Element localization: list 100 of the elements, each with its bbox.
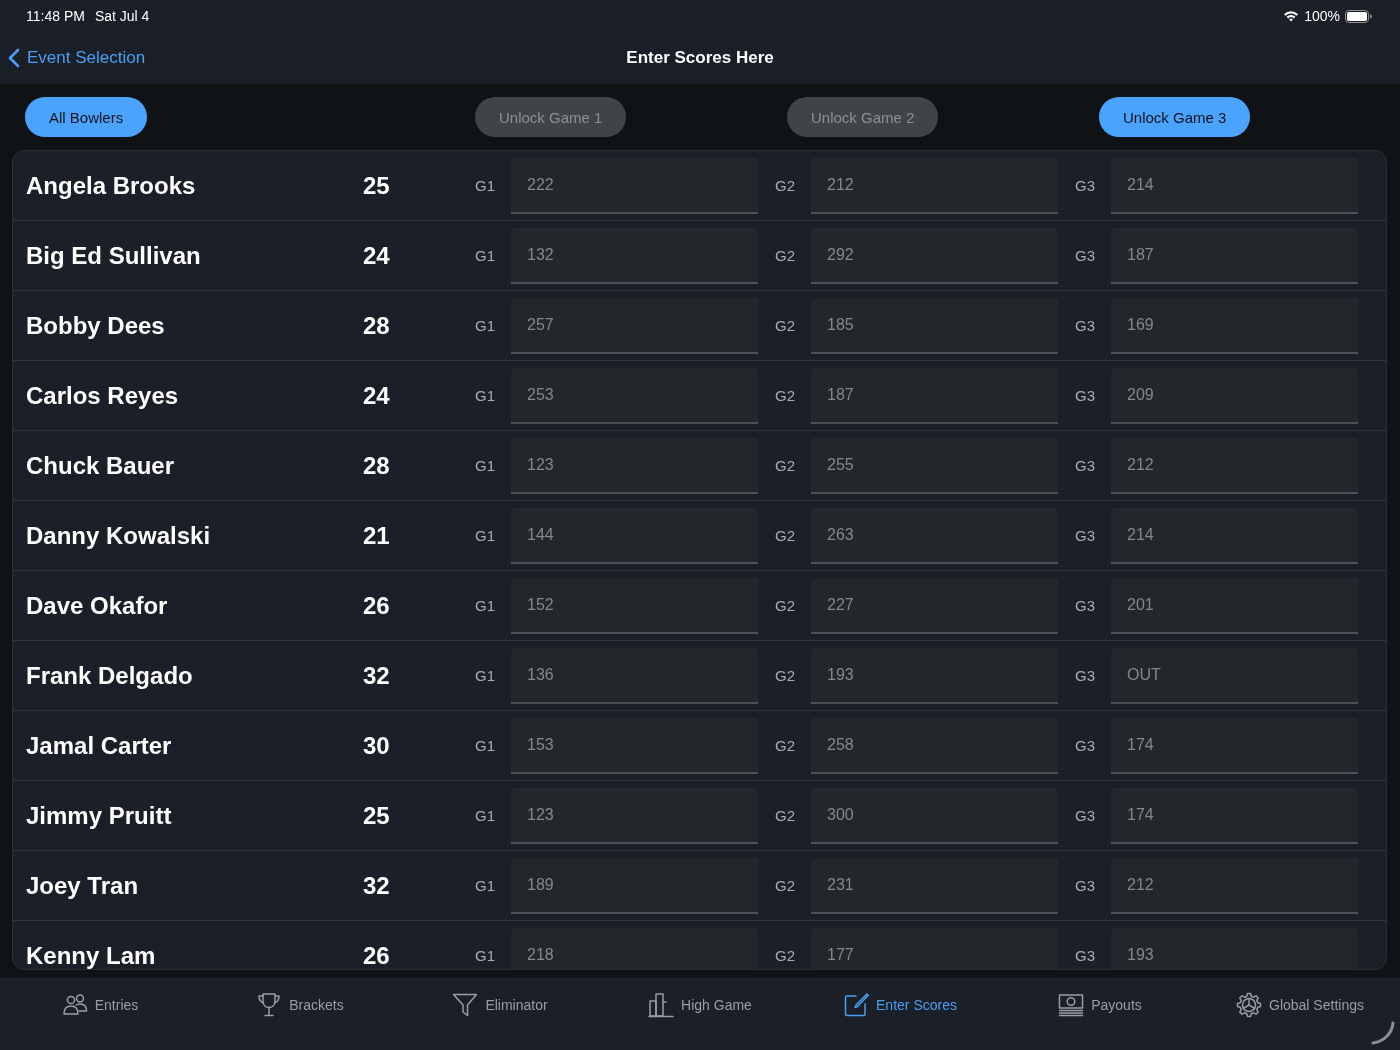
- bowler-number: 21: [363, 521, 391, 550]
- tab-item[interactable]: High Game: [648, 992, 752, 1018]
- bowler-name: Kenny Lam: [26, 941, 157, 969]
- game-label: G2: [775, 247, 796, 264]
- status-time: 11:48 PM: [26, 8, 85, 24]
- tab-item[interactable]: Global Settings: [1236, 992, 1364, 1018]
- score-field[interactable]: 209: [1111, 367, 1358, 424]
- score-field[interactable]: 212: [1111, 437, 1358, 494]
- score-field[interactable]: 257: [511, 297, 758, 354]
- score-field[interactable]: 123: [511, 437, 758, 494]
- filter-button[interactable]: Unlock Game 1: [475, 97, 627, 137]
- bowler-name: Big Ed Sullivan: [26, 241, 202, 270]
- score-field[interactable]: 152: [511, 577, 758, 634]
- game-label: G2: [775, 387, 796, 404]
- game-label: G3: [1075, 387, 1096, 404]
- score-field[interactable]: 263: [811, 507, 1058, 564]
- score-field[interactable]: 187: [811, 367, 1058, 424]
- back-button[interactable]: Event Selection: [8, 48, 146, 68]
- bowler-name: Frank Delgado: [26, 661, 194, 690]
- game-label: G1: [475, 247, 496, 264]
- game-label: G1: [475, 527, 496, 544]
- bowler-number: 24: [363, 381, 391, 410]
- score-field[interactable]: OUT: [1111, 647, 1358, 704]
- score-field[interactable]: 201: [1111, 577, 1358, 634]
- tab-item[interactable]: Payouts: [1058, 992, 1142, 1018]
- game-label: G2: [775, 527, 796, 544]
- game-label: G1: [475, 387, 496, 404]
- bowler-name: Bobby Dees: [26, 311, 166, 340]
- tab-item[interactable]: Enter Scores: [843, 992, 957, 1018]
- game-label: G1: [475, 667, 496, 684]
- score-field[interactable]: 214: [1111, 157, 1358, 214]
- score-field[interactable]: 177: [811, 927, 1058, 969]
- tab-item[interactable]: Entries: [61, 992, 139, 1018]
- score-field[interactable]: 292: [811, 227, 1058, 284]
- game-label: G1: [475, 737, 496, 754]
- bowler-number: 28: [363, 451, 391, 480]
- score-field[interactable]: 231: [811, 857, 1058, 914]
- score-field[interactable]: 132: [511, 227, 758, 284]
- score-field[interactable]: 253: [511, 367, 758, 424]
- game-label: G3: [1075, 597, 1096, 614]
- filter-button[interactable]: All Bowlers: [25, 97, 148, 137]
- score-field[interactable]: 189: [511, 857, 758, 914]
- game-label: G3: [1075, 667, 1096, 684]
- game-label: G3: [1075, 177, 1096, 194]
- game-label: G3: [1075, 247, 1096, 264]
- bowler-name: Jimmy Pruitt: [26, 801, 173, 830]
- score-field[interactable]: 258: [811, 717, 1058, 774]
- score-field[interactable]: 193: [811, 647, 1058, 704]
- score-field[interactable]: 212: [1111, 857, 1358, 914]
- bowler-name: Carlos Reyes: [26, 381, 180, 410]
- battery-icon: [1345, 9, 1372, 23]
- score-field[interactable]: 214: [1111, 507, 1358, 564]
- status-date: Sat Jul 4: [94, 8, 150, 24]
- score-field[interactable]: 144: [511, 507, 758, 564]
- bowler-number: 24: [363, 241, 391, 270]
- score-field[interactable]: 123: [511, 787, 758, 844]
- score-field[interactable]: 193: [1111, 927, 1358, 969]
- game-label: G2: [775, 877, 796, 894]
- battery-percent: 100%: [1304, 8, 1340, 24]
- game-label: G2: [775, 597, 796, 614]
- bowler-name: Dave Okafor: [26, 591, 169, 620]
- bowler-number: 26: [363, 941, 391, 969]
- tab-item[interactable]: Brackets: [256, 992, 344, 1018]
- score-field[interactable]: 255: [811, 437, 1058, 494]
- bowler-name: Joey Tran: [26, 871, 140, 900]
- bowler-number: 26: [363, 591, 391, 620]
- tab-item[interactable]: Eliminator: [452, 992, 548, 1018]
- score-field[interactable]: 185: [811, 297, 1058, 354]
- game-label: G3: [1075, 877, 1096, 894]
- settings-icon: [1236, 992, 1262, 1018]
- bowler-number: 28: [363, 311, 391, 340]
- bowler-number: 25: [363, 171, 391, 200]
- banknote-icon: [1058, 992, 1085, 1018]
- bowler-name: Angela Brooks: [26, 171, 197, 200]
- game-label: G1: [475, 877, 496, 894]
- funnel-icon: [452, 992, 479, 1018]
- score-field[interactable]: 187: [1111, 227, 1358, 284]
- game-label: G1: [475, 597, 496, 614]
- score-field[interactable]: 212: [811, 157, 1058, 214]
- game-label: G2: [775, 667, 796, 684]
- score-field[interactable]: 300: [811, 787, 1058, 844]
- score-field[interactable]: 218: [511, 927, 758, 969]
- score-field[interactable]: 222: [511, 157, 758, 214]
- game-label: G2: [775, 457, 796, 474]
- score-field[interactable]: 174: [1111, 787, 1358, 844]
- bowler-number: 32: [363, 871, 391, 900]
- game-label: G2: [775, 807, 796, 824]
- game-label: G1: [475, 457, 496, 474]
- score-field[interactable]: 174: [1111, 717, 1358, 774]
- score-field[interactable]: 136: [511, 647, 758, 704]
- game-label: G1: [475, 177, 496, 194]
- game-label: G2: [775, 317, 796, 334]
- game-label: G3: [1075, 947, 1096, 964]
- bowler-number: 30: [363, 731, 391, 760]
- score-field[interactable]: 153: [511, 717, 758, 774]
- score-field[interactable]: 169: [1111, 297, 1358, 354]
- filter-button[interactable]: Unlock Game 3: [1099, 97, 1251, 137]
- screen-title: Enter Scores Here: [626, 48, 774, 68]
- filter-button[interactable]: Unlock Game 2: [787, 97, 939, 137]
- score-field[interactable]: 227: [811, 577, 1058, 634]
